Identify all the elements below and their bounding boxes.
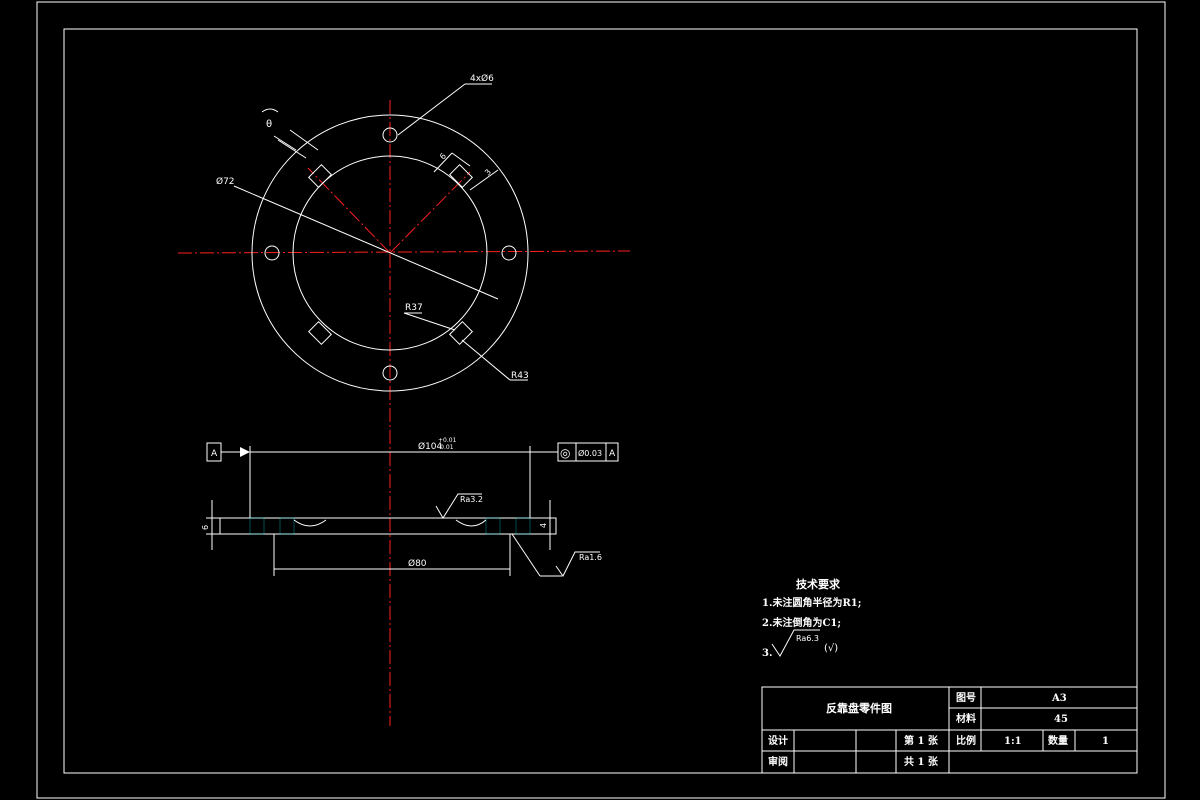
tb-drawing-no-label: 图号 — [956, 692, 976, 704]
tech-item-2: 2.未注倒角为C1; — [762, 616, 841, 629]
tb-scale-label: 比例 — [956, 734, 976, 747]
label-ra16: Ra1.6 — [579, 553, 602, 562]
section-view: A Ø104 +0.01 -0.01 ◎ Ø0.03 A 6 4 Ø80 Ra3… — [201, 437, 619, 577]
tech-requirements: 技术要求 1.未注圆角半径为R1; 2.未注倒角为C1; 3. Ra6.3 (√… — [762, 577, 861, 659]
tol-value: Ø0.03 — [578, 448, 602, 458]
hatch-right-2 — [515, 517, 531, 535]
tech-item-1: 1.未注圆角半径为R1; — [762, 596, 861, 609]
label-d104-tol-top: +0.01 — [438, 437, 457, 444]
label-thk: 6 — [201, 525, 210, 530]
label-ra32: Ra3.2 — [460, 495, 483, 504]
label-slot-w: 6 — [438, 151, 448, 161]
angle-arc — [261, 108, 279, 113]
hatch-right-1 — [485, 517, 501, 535]
tb-qty-label: 数量 — [1048, 734, 1068, 747]
label-d80: Ø80 — [408, 558, 427, 569]
tb-scale: 1:1 — [1004, 736, 1022, 747]
leader-holes — [397, 83, 466, 136]
tb-sheet: 第 1 张 — [904, 734, 939, 747]
tol-symbol: ◎ — [560, 446, 570, 460]
tb-qty: 1 — [1102, 736, 1109, 747]
label-r37: R37 — [405, 303, 423, 313]
horizontal-center-line — [177, 250, 631, 254]
hole-right — [501, 245, 517, 261]
label-angle: θ — [266, 119, 272, 130]
outer-border — [36, 1, 1166, 799]
tb-review-label: 审阅 — [768, 755, 788, 768]
hatch-left-1 — [249, 517, 265, 535]
slot-bottom-right — [448, 320, 474, 346]
engineering-drawing: 4xØ6 θ Ø72 R37 R43 6 3 A Ø104 +0.01 -0.0… — [36, 1, 1166, 799]
dim-angle-ext2 — [289, 129, 319, 151]
tb-design-label: 设计 — [768, 734, 788, 747]
tol-datum: A — [609, 449, 616, 459]
slot-arc-left — [293, 519, 327, 527]
section-body — [219, 517, 557, 535]
slot-bottom-left — [307, 320, 333, 346]
leader-ra16 — [511, 533, 541, 577]
tech-ra63: Ra6.3 — [796, 634, 819, 643]
diagonal-center-line-left — [307, 167, 391, 254]
dim-slot-w-line2 — [451, 152, 471, 167]
hatch-left-2 — [279, 517, 295, 535]
datum-label: A — [211, 449, 218, 459]
top-view: 4xØ6 θ Ø72 R37 R43 6 3 — [177, 73, 631, 726]
title-block: 反靠盘零件图 图号 A3 材料 45 设计 审阅 第 1 张 共 1 张 比例 … — [761, 686, 1138, 774]
leader-r37 — [403, 312, 456, 331]
tb-material-label: 材料 — [956, 712, 976, 725]
slot-top-right — [448, 163, 474, 189]
tb-drawing-no: A3 — [1051, 693, 1067, 704]
datum-triangle — [240, 447, 250, 457]
inner-frame — [63, 28, 1138, 774]
slot-arc-right — [455, 519, 487, 527]
slot-top-left — [307, 163, 333, 189]
label-d72: Ø72 — [216, 176, 235, 187]
dim-angle-line — [273, 135, 297, 151]
tb-material: 45 — [1054, 714, 1068, 725]
label-holes: 4xØ6 — [470, 73, 494, 84]
tech-item-3-suffix: (√) — [824, 643, 838, 654]
dim-d72-line — [233, 185, 499, 300]
tb-part-name: 反靠盘零件图 — [826, 701, 892, 715]
label-slot-d: 3 — [483, 167, 493, 177]
label-step: 4 — [539, 523, 548, 528]
label-r43: R43 — [511, 371, 529, 381]
label-d104-tol-bot: -0.01 — [438, 444, 454, 451]
tb-total: 共 1 张 — [904, 755, 939, 768]
tech-item-3-num: 3. — [762, 648, 772, 659]
tech-title: 技术要求 — [796, 577, 841, 591]
leader-r43 — [461, 339, 511, 381]
